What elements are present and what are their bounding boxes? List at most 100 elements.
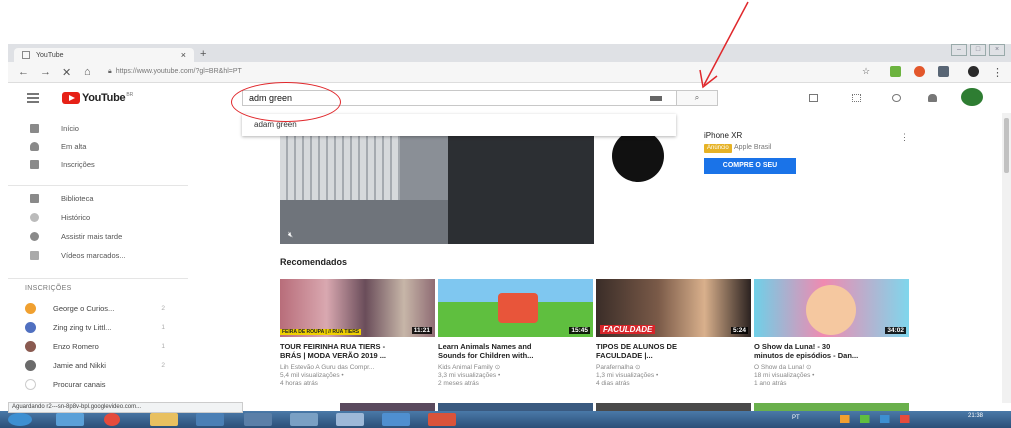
video-thumbnail[interactable]: 15:45 — [438, 279, 593, 337]
video-card[interactable]: 34:02 O Show da Luna! - 30 minutos de ep… — [754, 279, 909, 388]
video-channel[interactable]: O Show da Luna! ⊙ — [754, 364, 909, 372]
video-duration: 11:21 — [411, 327, 432, 334]
scrollbar-thumb[interactable] — [1004, 118, 1009, 173]
sidebar-item-liked-videos[interactable]: Vídeos marcados... — [30, 251, 126, 260]
stop-icon[interactable]: ✕ — [62, 66, 71, 79]
video-title[interactable]: BRÁS | MODA VERÃO 2019 ... — [280, 351, 435, 360]
subscription-item[interactable]: Enzo Romero 1 — [25, 341, 165, 352]
clock-icon — [30, 232, 39, 241]
browser-tab[interactable]: YouTube × — [14, 48, 194, 62]
video-title[interactable]: minutos de episódios - Dan... — [754, 351, 909, 360]
video-thumbnail[interactable]: 34:02 — [754, 279, 909, 337]
extension-icon[interactable] — [914, 66, 925, 77]
minimize-button[interactable]: – — [951, 44, 967, 56]
taskbar-clock[interactable]: 21:38 — [968, 413, 983, 419]
url-text: https://www.youtube.com/?gl=BR&hl=PT — [115, 68, 242, 75]
ad-video-player[interactable]: 🔇︎ — [280, 130, 594, 244]
video-card[interactable]: FEIRA DE ROUPA | // RUA TIERS 11:21 TOUR… — [280, 279, 435, 388]
video-views: 18 mi visualizações • — [754, 372, 815, 379]
taskbar-media-icon[interactable] — [196, 413, 224, 426]
video-title[interactable]: Sounds for Children with... — [438, 351, 593, 360]
start-button-icon[interactable] — [8, 413, 32, 426]
create-video-icon[interactable] — [809, 94, 818, 102]
tab-favicon-icon — [22, 51, 30, 59]
subscription-item[interactable]: Jamie and Nikki 2 — [25, 360, 165, 371]
video-thumbnail[interactable]: FEIRA DE ROUPA | // RUA TIERS 11:21 — [280, 279, 435, 337]
browse-channels-item[interactable]: Procurar canais — [25, 379, 165, 390]
search-button[interactable]: ⌕ — [676, 90, 718, 106]
video-thumbnail[interactable]: FACULDADE 5:24 — [596, 279, 751, 337]
subscription-item[interactable]: Zing zing tv Littl... 1 — [25, 322, 165, 333]
video-frame-dark-block — [448, 130, 594, 244]
more-options-icon[interactable]: ⋮ — [900, 132, 909, 143]
keyboard-icon[interactable] — [650, 96, 662, 101]
subscription-item[interactable]: George o Curios... 2 — [25, 303, 165, 314]
video-duration: 15:45 — [569, 327, 590, 334]
video-title[interactable]: TOUR FEIRINHA RUA TIERS - — [280, 342, 435, 351]
ad-title[interactable]: iPhone XR — [704, 131, 742, 140]
sidebar-item-library[interactable]: Biblioteca — [30, 194, 94, 203]
mute-icon[interactable]: 🔇︎ — [288, 230, 293, 240]
video-views: 3,3 mi visualizações • — [438, 372, 501, 379]
video-title[interactable]: O Show da Luna! - 30 — [754, 342, 909, 351]
messages-icon[interactable] — [892, 94, 901, 102]
maximize-button[interactable]: □ — [970, 44, 986, 56]
home-icon — [30, 124, 39, 133]
extension-icon[interactable] — [968, 66, 979, 77]
system-tray-icons[interactable] — [840, 415, 920, 423]
buy-now-button[interactable]: COMPRE O SEU — [704, 158, 796, 174]
channel-avatar — [25, 303, 36, 314]
tab-close-button[interactable]: × — [181, 50, 186, 60]
address-bar[interactable]: 🔒︎ https://www.youtube.com/?gl=BR&hl=PT — [108, 65, 838, 78]
video-title[interactable]: FACULDADE |... — [596, 351, 751, 360]
apps-grid-icon[interactable] — [852, 94, 861, 102]
video-card[interactable]: 15:45 Learn Animals Names and Sounds for… — [438, 279, 593, 388]
flame-icon — [30, 142, 39, 151]
taskbar-app-icon[interactable] — [244, 413, 272, 426]
subscriptions-header: INSCRIÇÕES — [25, 285, 72, 292]
video-age: 1 ano atrás — [754, 380, 787, 387]
chrome-menu-icon[interactable]: ⋮ — [992, 66, 1003, 79]
character-face — [806, 285, 856, 335]
sidebar-item-trending[interactable]: Em alta — [30, 142, 86, 151]
taskbar-ie-icon[interactable] — [56, 413, 84, 426]
taskbar-app-icon[interactable] — [336, 413, 364, 426]
sidebar-item-subscriptions[interactable]: Inscrições — [30, 160, 95, 169]
channel-avatar — [25, 341, 36, 352]
notifications-bell-icon[interactable] — [928, 94, 937, 102]
video-card[interactable]: FACULDADE 5:24 TIPOS DE ALUNOS DE FACULD… — [596, 279, 751, 388]
sidebar-item-home[interactable]: Início — [30, 124, 79, 133]
extension-icon[interactable] — [890, 66, 901, 77]
extension-icon[interactable] — [938, 66, 949, 77]
video-title[interactable]: TIPOS DE ALUNOS DE — [596, 342, 751, 351]
taskbar-folder-icon[interactable] — [150, 413, 178, 426]
language-indicator[interactable]: PT — [792, 415, 800, 421]
account-avatar[interactable] — [961, 88, 983, 106]
apple-logo-icon[interactable] — [612, 130, 664, 182]
video-channel[interactable]: Lih Estevão A Guru das Compr... — [280, 364, 435, 372]
taskbar-app-icon[interactable] — [382, 413, 410, 426]
video-channel[interactable]: Kids Animal Family ⊙ — [438, 364, 593, 372]
status-bar: Aguardando r2---sn-8p8v-bpl.googlevideo.… — [8, 402, 243, 413]
close-window-button[interactable]: × — [989, 44, 1005, 56]
taskbar-chrome-icon[interactable] — [104, 413, 120, 426]
taskbar-app-icon[interactable] — [290, 413, 318, 426]
video-age: 4 dias atrás — [596, 380, 630, 387]
video-channel[interactable]: Parafernalha ⊙ — [596, 364, 751, 372]
video-title[interactable]: Learn Animals Names and — [438, 342, 593, 351]
ad-badge: Anúncio — [704, 144, 732, 153]
ad-advertiser: Apple Brasil — [734, 144, 772, 151]
bookmark-star-icon[interactable]: ☆ — [862, 66, 870, 77]
section-title-recommended: Recomendados — [280, 257, 348, 267]
sidebar-item-watch-later[interactable]: Assistir mais tarde — [30, 232, 122, 241]
youtube-logo[interactable]: YouTube BR — [62, 92, 133, 104]
taskbar-app-icon[interactable] — [428, 413, 456, 426]
sidebar-item-history[interactable]: Histórico — [30, 213, 90, 222]
forward-icon[interactable]: → — [40, 66, 51, 78]
video-duration: 34:02 — [885, 327, 906, 334]
home-icon[interactable]: ⌂ — [84, 66, 91, 78]
hamburger-menu-icon[interactable] — [27, 93, 39, 105]
video-age: 4 horas atrás — [280, 380, 318, 387]
back-icon[interactable]: ← — [18, 66, 29, 78]
new-tab-button[interactable]: + — [200, 48, 206, 60]
